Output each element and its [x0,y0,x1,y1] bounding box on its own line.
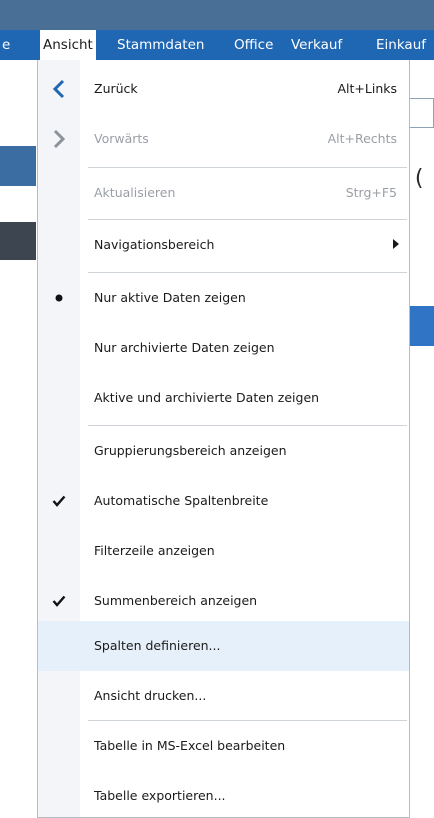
menu-ansicht[interactable]: Ansicht [40,30,96,60]
menu-item-gruppierungsbereich[interactable]: Gruppierungsbereich anzeigen [38,426,409,476]
menu-item-vorwaerts[interactable]: Vorwärts Alt+Rechts [38,114,409,164]
menu-verkauf[interactable]: Verkauf [291,30,342,60]
chevron-right-icon [38,114,80,164]
menu-item-shortcut: Alt+Links [337,81,397,96]
menu-item-label: Tabelle exportieren... [94,788,226,803]
menu-item-nur-aktive-daten[interactable]: Nur aktive Daten zeigen [38,273,409,323]
menu-item-ms-excel[interactable]: Tabelle in MS-Excel bearbeiten [38,721,409,771]
menu-item-shortcut: Strg+F5 [345,185,397,200]
menu-item-label: Zurück [94,81,138,96]
menu-item-label: Spalten definieren... [94,638,221,653]
menu-einkauf[interactable]: Einkauf [376,30,426,60]
menu-item-label: Gruppierungsbereich anzeigen [94,443,287,458]
chevron-left-icon [38,64,80,114]
menu-item-partial[interactable]: e [2,30,10,60]
menu-item-label: Automatische Spaltenbreite [94,493,269,508]
menu-item-navigationsbereich[interactable]: Navigationsbereich [38,220,409,270]
menu-item-summenbereich[interactable]: Summenbereich anzeigen [38,576,409,626]
menu-item-spalten-definieren[interactable]: Spalten definieren... [38,621,409,671]
bullet-icon [38,273,80,323]
menu-item-label: Tabelle in MS-Excel bearbeiten [94,738,286,753]
menu-item-ansicht-drucken[interactable]: Ansicht drucken... [38,671,409,721]
menu-item-label: Nur archivierte Daten zeigen [94,340,275,355]
navigation-panel-header [0,146,36,186]
main-menu-bar: e Ansicht Stammdaten Office Verkauf Eink… [0,30,434,60]
menu-item-shortcut: Alt+Rechts [327,131,397,146]
menu-item-label: Aktualisieren [94,185,176,200]
menu-stammdaten[interactable]: Stammdaten [117,30,204,60]
menu-office[interactable]: Office [234,30,273,60]
menu-item-label: Navigationsbereich [94,237,215,252]
menu-item-label: Vorwärts [94,131,149,146]
check-icon [38,476,80,526]
submenu-arrow-icon [393,239,399,249]
menu-item-aktive-und-archivierte[interactable]: Aktive und archivierte Daten zeigen [38,373,409,423]
menu-item-aktualisieren[interactable]: Aktualisieren Strg+F5 [38,168,409,218]
check-icon [38,576,80,626]
menu-item-filterzeile[interactable]: Filterzeile anzeigen [38,526,409,576]
menu-item-automatische-spaltenbreite[interactable]: Automatische Spaltenbreite [38,476,409,526]
ansicht-dropdown-menu: Zurück Alt+Links Vorwärts Alt+Rechts Akt… [37,60,410,818]
menu-item-label: Ansicht drucken... [94,688,207,703]
menu-item-label: Summenbereich anzeigen [94,593,258,608]
menu-item-zurueck[interactable]: Zurück Alt+Links [38,64,409,114]
menu-item-label: Nur aktive Daten zeigen [94,290,246,305]
application-window: e Ansicht Stammdaten Office Verkauf Eink… [0,0,434,818]
title-bar [0,0,434,30]
menu-item-label: Aktive und archivierte Daten zeigen [94,390,320,405]
menu-item-label: Filterzeile anzeigen [94,543,215,558]
menu-item-nur-archivierte-daten[interactable]: Nur archivierte Daten zeigen [38,323,409,373]
menu-item-tabelle-exportieren[interactable]: Tabelle exportieren... [38,771,409,818]
navigation-panel-section [0,222,36,260]
